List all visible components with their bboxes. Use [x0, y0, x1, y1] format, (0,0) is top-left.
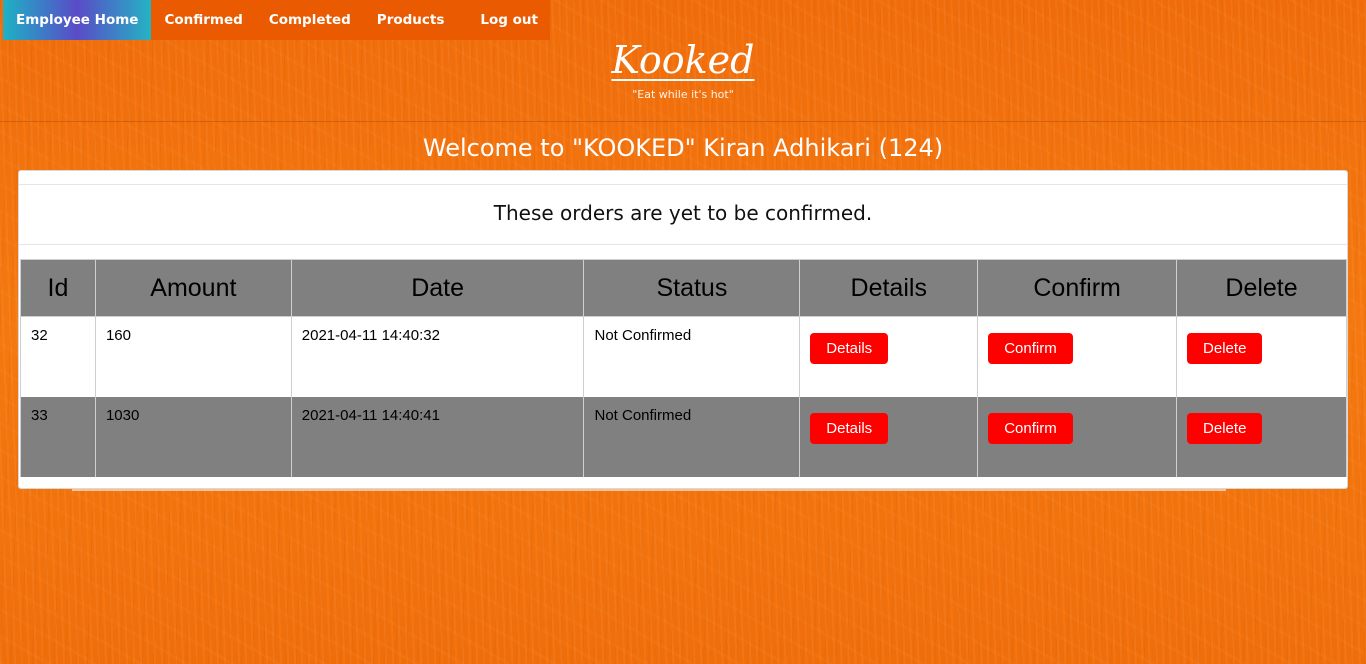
cell-confirm: Confirm	[977, 316, 1178, 397]
header-divider	[0, 121, 1366, 122]
cell-delete: Delete	[1176, 397, 1347, 477]
orders-card: These orders are yet to be confirmed. Id…	[18, 170, 1348, 489]
cell-status: Not Confirmed	[583, 316, 801, 397]
column-header-amount: Amount	[94, 259, 292, 317]
cell-date: 2021-04-11 14:40:32	[290, 316, 585, 397]
cell-amount: 1030	[94, 397, 292, 477]
column-header-details: Details	[799, 259, 979, 317]
cell-confirm: Confirm	[977, 397, 1178, 477]
card-bottom-edge	[72, 489, 1226, 491]
column-header-confirm: Confirm	[977, 259, 1178, 317]
column-header-status: Status	[583, 259, 801, 317]
cell-amount: 160	[94, 316, 292, 397]
site-logo: Kooked "Eat while it's hot"	[0, 30, 1366, 101]
card-divider-top	[19, 184, 1347, 185]
details-button[interactable]: Details	[810, 333, 889, 364]
delete-button[interactable]: Delete	[1187, 413, 1263, 444]
cell-details: Details	[799, 316, 979, 397]
cell-date: 2021-04-11 14:40:41	[290, 397, 585, 477]
cell-id: 33	[20, 397, 96, 477]
column-header-id: Id	[20, 259, 96, 317]
column-header-delete: Delete	[1176, 259, 1347, 317]
cell-status: Not Confirmed	[583, 397, 801, 477]
column-header-date: Date	[290, 259, 585, 317]
logo-tagline: "Eat while it's hot"	[632, 88, 734, 101]
cell-details: Details	[799, 397, 979, 477]
table-row: 32 160 2021-04-11 14:40:32 Not Confirmed…	[20, 316, 1347, 397]
delete-button[interactable]: Delete	[1187, 333, 1263, 364]
logo-title: Kooked	[611, 38, 755, 82]
welcome-message: Welcome to "KOOKED" Kiran Adhikari (124)	[422, 134, 944, 162]
table-header-row: Id Amount Date Status Details Confirm De…	[20, 259, 1347, 317]
cell-delete: Delete	[1176, 316, 1347, 397]
table-row: 33 1030 2021-04-11 14:40:41 Not Confirme…	[20, 397, 1347, 477]
confirm-button[interactable]: Confirm	[988, 413, 1073, 444]
cell-id: 32	[20, 316, 96, 397]
card-heading: These orders are yet to be confirmed.	[493, 201, 873, 225]
details-button[interactable]: Details	[810, 413, 889, 444]
card-divider-bottom	[19, 244, 1347, 245]
orders-table: Id Amount Date Status Details Confirm De…	[20, 259, 1347, 477]
confirm-button[interactable]: Confirm	[988, 333, 1073, 364]
